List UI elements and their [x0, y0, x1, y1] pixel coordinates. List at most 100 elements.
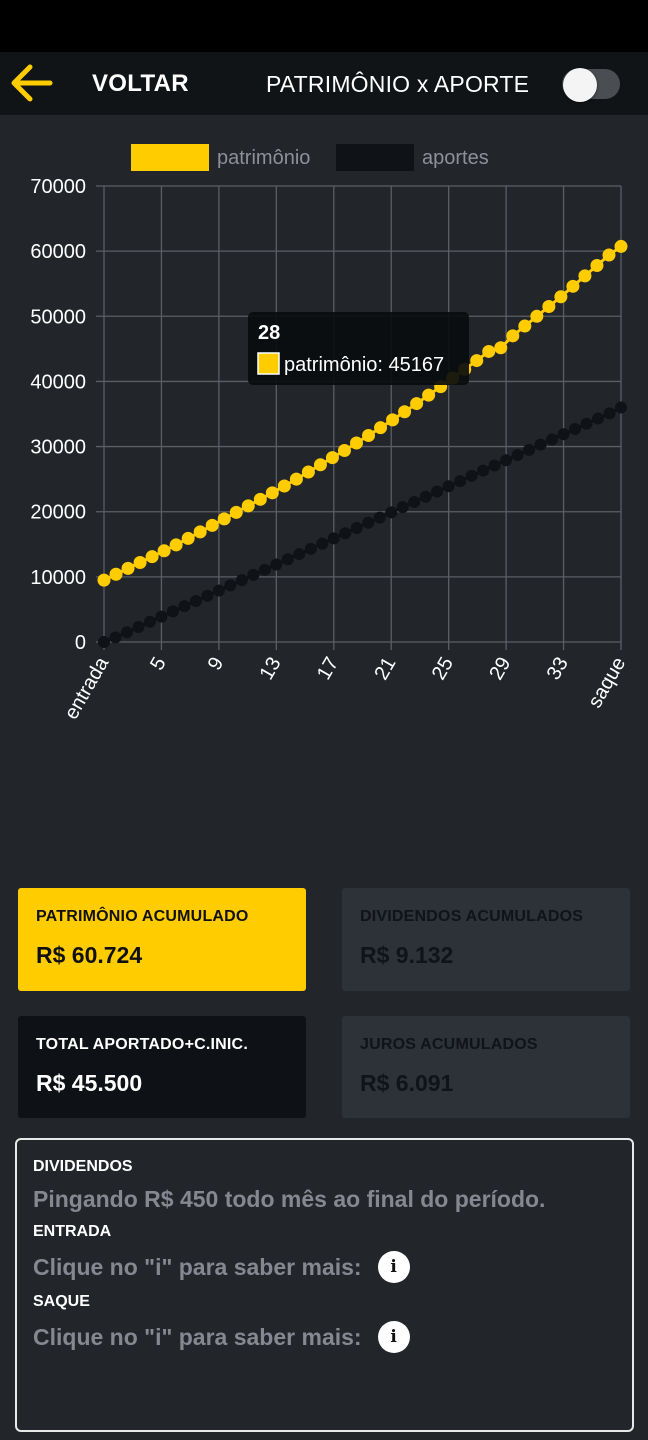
line-chart: patrimônio aportes 0 10000 20000 30000 40000 50…	[30, 144, 630, 724]
patrimonio-point	[410, 397, 424, 411]
legend-label-aportes: aportes	[422, 147, 489, 169]
aportes-point	[155, 610, 168, 623]
x-tick-label: 9	[204, 654, 229, 675]
patrimonio-point	[530, 309, 544, 323]
tooltip-title: 28	[258, 322, 280, 344]
aportes-point	[454, 475, 467, 488]
page-title: PATRIMÔNIO x APORTE	[266, 71, 530, 97]
patrimonio-point	[109, 567, 123, 581]
patrimonio-point	[241, 499, 255, 513]
juros-card-value: R$ 6.091	[360, 1070, 454, 1096]
aportes-point	[603, 407, 616, 420]
patrimonio-point	[386, 413, 400, 427]
patrimonio-point	[229, 505, 243, 519]
y-tick-label: 60000	[30, 241, 86, 263]
aportes-point	[546, 433, 559, 446]
x-tick-label: 29	[485, 654, 515, 684]
patrimonio-point	[554, 290, 568, 304]
info-panel: DIVIDENDOS Pingando R$ 450 todo mês ao f…	[15, 1138, 634, 1432]
patrimonio-point	[157, 544, 171, 558]
aportes-point	[327, 532, 340, 545]
tooltip-label: patrimônio: 45167	[284, 354, 444, 376]
aportes-point	[281, 553, 294, 566]
patrimonio-point	[301, 465, 315, 479]
patrimonio-point	[374, 421, 388, 435]
aportes-point	[98, 636, 110, 648]
patrimonio-point	[97, 573, 111, 587]
patrimonio-point	[193, 525, 207, 539]
aportes-point	[109, 631, 122, 644]
x-tick-label: 33	[543, 654, 573, 684]
aportes-point	[201, 589, 214, 602]
patrimonio-point	[470, 354, 484, 368]
aportes-point	[465, 469, 478, 482]
aportes-point	[132, 621, 145, 634]
x-tick-label: 5	[146, 654, 171, 675]
dividendos-card-value: R$ 9.132	[360, 942, 454, 968]
dividendos-card: DIVIDENDOS ACUMULADOS R$ 9.132	[342, 888, 630, 991]
patrimonio-point	[265, 486, 279, 500]
patrimonio-point	[289, 472, 303, 486]
aportes-point	[362, 516, 375, 529]
aportes-point	[304, 542, 317, 555]
y-tick-label: 10000	[30, 567, 86, 589]
saque-text: Clique no "i" para saber mais: i	[33, 1321, 616, 1353]
aportes-point	[511, 449, 524, 462]
aportes-point	[224, 579, 237, 592]
dividendos-text: Pingando R$ 450 todo mês ao final do per…	[33, 1186, 616, 1213]
aportes-point	[212, 584, 225, 597]
legend-swatch-aportes	[336, 144, 414, 171]
legend-label-patrimonio: patrimônio	[217, 147, 310, 169]
x-tick-label: 13	[255, 654, 285, 684]
aportes-point	[442, 480, 455, 493]
patrimonio-point	[398, 405, 412, 419]
aportes-point	[350, 522, 363, 534]
juros-card: JUROS ACUMULADOS R$ 6.091	[342, 1016, 630, 1118]
y-tick-label: 50000	[30, 306, 86, 328]
status-bar	[0, 0, 648, 52]
back-button[interactable]	[8, 58, 56, 108]
chart-toggle-switch[interactable]	[562, 68, 620, 102]
patrimonio-point	[253, 492, 267, 506]
patrimonio-point	[578, 269, 592, 283]
x-tick-label: entrada	[60, 653, 113, 724]
patrimonio-card-value: R$ 60.724	[36, 942, 143, 968]
patrimonio-point	[349, 436, 363, 450]
patrimonio-point	[145, 550, 159, 564]
patrimonio-point	[362, 428, 376, 442]
patrimonio-point	[542, 300, 556, 314]
aportes-point	[235, 574, 248, 587]
dividendos-label: DIVIDENDOS	[33, 1158, 133, 1175]
arrow-left-icon	[11, 64, 53, 102]
patrimonio-point	[506, 329, 520, 343]
aportes-point	[120, 626, 133, 639]
patrimonio-point	[277, 479, 291, 493]
aportes-point	[396, 501, 409, 514]
back-label[interactable]: VOLTAR	[92, 70, 189, 98]
y-tick-label: 30000	[30, 437, 86, 459]
total-aportado-card: TOTAL APORTADO+C.INIC. R$ 45.500	[18, 1016, 306, 1118]
patrimonio-point	[422, 388, 436, 402]
aportes-point	[339, 527, 352, 540]
dividendos-card-title: DIVIDENDOS ACUMULADOS	[360, 908, 584, 925]
x-tick-label: 25	[428, 654, 458, 684]
entrada-text-value: Clique no "i" para saber mais:	[33, 1253, 362, 1280]
saque-text-value: Clique no "i" para saber mais:	[33, 1323, 362, 1350]
legend-swatch-patrimonio	[131, 144, 209, 171]
aportes-point	[580, 417, 593, 430]
patrimonio-point	[313, 458, 327, 472]
toggle-knob	[563, 68, 597, 102]
patrimonio-point	[217, 512, 231, 526]
aportes-point	[523, 443, 536, 456]
aportes-point	[477, 464, 490, 477]
info-icon[interactable]: i	[377, 1251, 410, 1283]
patrimonio-point	[169, 538, 183, 552]
aportes-point	[178, 600, 191, 613]
aportes-point	[534, 438, 547, 451]
y-tick-label: 0	[75, 632, 86, 654]
x-tick-label: saque	[584, 654, 630, 712]
patrimonio-point	[181, 531, 195, 545]
aportes-point	[557, 428, 570, 441]
info-icon[interactable]: i	[377, 1321, 410, 1353]
aportes-point	[166, 605, 179, 618]
